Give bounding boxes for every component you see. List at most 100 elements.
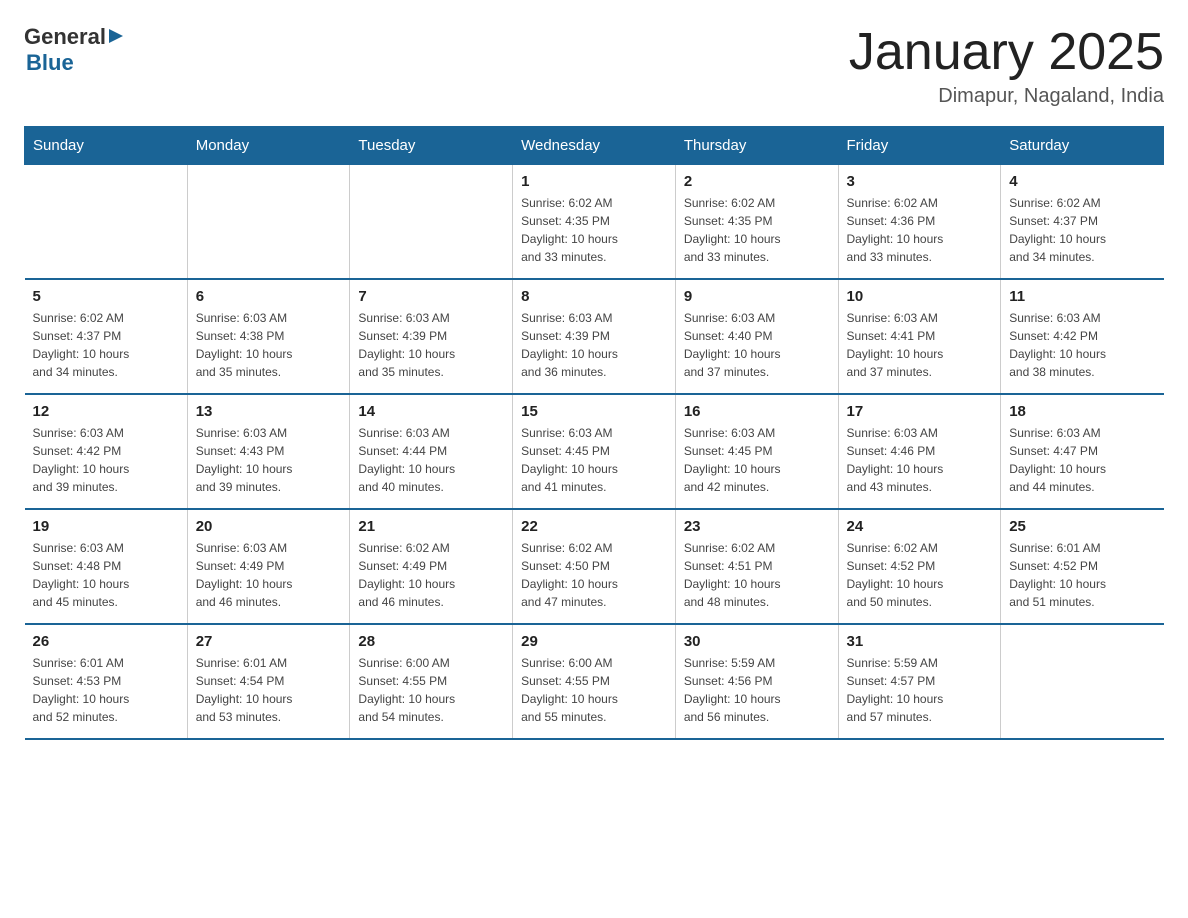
day-number: 29 (521, 633, 667, 650)
day-info: Sunrise: 6:03 AM Sunset: 4:39 PM Dayligh… (358, 309, 504, 381)
calendar-cell: 28 Sunrise: 6:00 AM Sunset: 4:55 PM Dayli… (350, 624, 513, 739)
day-number: 16 (684, 403, 830, 420)
col-header-wednesday: Wednesday (513, 127, 676, 165)
day-number: 10 (847, 288, 993, 305)
day-number: 18 (1009, 403, 1155, 420)
calendar-cell: 5 Sunrise: 6:02 AM Sunset: 4:37 PM Daylig… (25, 279, 188, 394)
calendar-week-2: 5 Sunrise: 6:02 AM Sunset: 4:37 PM Daylig… (25, 279, 1164, 394)
col-header-thursday: Thursday (675, 127, 838, 165)
calendar-cell: 4 Sunrise: 6:02 AM Sunset: 4:37 PM Daylig… (1001, 165, 1164, 280)
calendar-cell: 23 Sunrise: 6:02 AM Sunset: 4:51 PM Dayli… (675, 509, 838, 624)
page-title: January 2025 (849, 24, 1164, 81)
day-number: 26 (33, 633, 179, 650)
calendar-cell: 25 Sunrise: 6:01 AM Sunset: 4:52 PM Dayli… (1001, 509, 1164, 624)
day-number: 2 (684, 173, 830, 190)
calendar-cell: 30Sunrise: 5:59 AM Sunset: 4:56 PM Dayli… (675, 624, 838, 739)
day-info: Sunrise: 6:02 AM Sunset: 4:51 PM Dayligh… (684, 539, 830, 611)
col-header-sunday: Sunday (25, 127, 188, 165)
day-number: 27 (196, 633, 342, 650)
day-number: 19 (33, 518, 179, 535)
calendar-week-4: 19 Sunrise: 6:03 AM Sunset: 4:48 PM Dayli… (25, 509, 1164, 624)
day-info: Sunrise: 6:02 AM Sunset: 4:52 PM Dayligh… (847, 539, 993, 611)
day-info: Sunrise: 6:00 AM Sunset: 4:55 PM Dayligh… (521, 654, 667, 726)
day-info: Sunrise: 6:02 AM Sunset: 4:50 PM Dayligh… (521, 539, 667, 611)
header: General Blue January 2025 Dimapur, Nagal… (24, 24, 1164, 108)
day-number: 25 (1009, 518, 1155, 535)
calendar-cell: 9 Sunrise: 6:03 AM Sunset: 4:40 PM Daylig… (675, 279, 838, 394)
calendar-cell: 19 Sunrise: 6:03 AM Sunset: 4:48 PM Dayli… (25, 509, 188, 624)
calendar-table: SundayMondayTuesdayWednesdayThursdayFrid… (24, 126, 1164, 740)
day-info: Sunrise: 6:03 AM Sunset: 4:46 PM Dayligh… (847, 424, 993, 496)
day-number: 20 (196, 518, 342, 535)
day-number: 3 (847, 173, 993, 190)
day-info: Sunrise: 6:03 AM Sunset: 4:39 PM Dayligh… (521, 309, 667, 381)
calendar-cell: 22 Sunrise: 6:02 AM Sunset: 4:50 PM Dayli… (513, 509, 676, 624)
calendar-cell (187, 165, 350, 280)
day-info: Sunrise: 5:59 AM Sunset: 4:57 PM Dayligh… (847, 654, 993, 726)
title-area: January 2025 Dimapur, Nagaland, India (849, 24, 1164, 108)
day-info: Sunrise: 6:01 AM Sunset: 4:54 PM Dayligh… (196, 654, 342, 726)
calendar-cell: 2 Sunrise: 6:02 AM Sunset: 4:35 PM Daylig… (675, 165, 838, 280)
day-number: 22 (521, 518, 667, 535)
day-number: 17 (847, 403, 993, 420)
day-info: Sunrise: 6:02 AM Sunset: 4:37 PM Dayligh… (1009, 194, 1155, 266)
day-info: Sunrise: 6:03 AM Sunset: 4:40 PM Dayligh… (684, 309, 830, 381)
calendar-cell: 16 Sunrise: 6:03 AM Sunset: 4:45 PM Dayli… (675, 394, 838, 509)
day-info: Sunrise: 6:02 AM Sunset: 4:36 PM Dayligh… (847, 194, 993, 266)
day-info: Sunrise: 6:03 AM Sunset: 4:44 PM Dayligh… (358, 424, 504, 496)
day-info: Sunrise: 6:03 AM Sunset: 4:49 PM Dayligh… (196, 539, 342, 611)
day-info: Sunrise: 6:03 AM Sunset: 4:45 PM Dayligh… (521, 424, 667, 496)
calendar-cell: 17 Sunrise: 6:03 AM Sunset: 4:46 PM Dayli… (838, 394, 1001, 509)
day-number: 28 (358, 633, 504, 650)
day-info: Sunrise: 6:03 AM Sunset: 4:42 PM Dayligh… (1009, 309, 1155, 381)
calendar-cell: 12 Sunrise: 6:03 AM Sunset: 4:42 PM Dayli… (25, 394, 188, 509)
day-info: Sunrise: 6:03 AM Sunset: 4:43 PM Dayligh… (196, 424, 342, 496)
day-info: Sunrise: 6:03 AM Sunset: 4:42 PM Dayligh… (33, 424, 179, 496)
logo: General Blue (24, 24, 127, 76)
day-number: 12 (33, 403, 179, 420)
day-number: 4 (1009, 173, 1155, 190)
col-header-friday: Friday (838, 127, 1001, 165)
day-number: 9 (684, 288, 830, 305)
calendar-cell: 8 Sunrise: 6:03 AM Sunset: 4:39 PM Daylig… (513, 279, 676, 394)
day-info: Sunrise: 6:01 AM Sunset: 4:52 PM Dayligh… (1009, 539, 1155, 611)
day-number: 1 (521, 173, 667, 190)
calendar-cell: 27 Sunrise: 6:01 AM Sunset: 4:54 PM Dayli… (187, 624, 350, 739)
day-number: 5 (33, 288, 179, 305)
calendar-cell (25, 165, 188, 280)
col-header-saturday: Saturday (1001, 127, 1164, 165)
day-number: 30 (684, 633, 830, 650)
day-number: 6 (196, 288, 342, 305)
calendar-cell: 14 Sunrise: 6:03 AM Sunset: 4:44 PM Dayli… (350, 394, 513, 509)
day-info: Sunrise: 6:03 AM Sunset: 4:41 PM Dayligh… (847, 309, 993, 381)
day-number: 8 (521, 288, 667, 305)
day-info: Sunrise: 6:02 AM Sunset: 4:49 PM Dayligh… (358, 539, 504, 611)
calendar-cell: 24Sunrise: 6:02 AM Sunset: 4:52 PM Dayli… (838, 509, 1001, 624)
day-info: Sunrise: 6:03 AM Sunset: 4:48 PM Dayligh… (33, 539, 179, 611)
day-info: Sunrise: 6:03 AM Sunset: 4:47 PM Dayligh… (1009, 424, 1155, 496)
calendar-cell (350, 165, 513, 280)
day-number: 21 (358, 518, 504, 535)
day-info: Sunrise: 6:02 AM Sunset: 4:35 PM Dayligh… (684, 194, 830, 266)
day-info: Sunrise: 6:03 AM Sunset: 4:38 PM Dayligh… (196, 309, 342, 381)
calendar-cell: 7 Sunrise: 6:03 AM Sunset: 4:39 PM Daylig… (350, 279, 513, 394)
day-info: Sunrise: 6:00 AM Sunset: 4:55 PM Dayligh… (358, 654, 504, 726)
col-header-monday: Monday (187, 127, 350, 165)
calendar-cell: 15 Sunrise: 6:03 AM Sunset: 4:45 PM Dayli… (513, 394, 676, 509)
calendar-cell: 6 Sunrise: 6:03 AM Sunset: 4:38 PM Daylig… (187, 279, 350, 394)
day-number: 15 (521, 403, 667, 420)
day-number: 14 (358, 403, 504, 420)
col-header-tuesday: Tuesday (350, 127, 513, 165)
day-number: 31 (847, 633, 993, 650)
calendar-cell: 11 Sunrise: 6:03 AM Sunset: 4:42 PM Dayli… (1001, 279, 1164, 394)
day-number: 11 (1009, 288, 1155, 305)
calendar-cell: 26Sunrise: 6:01 AM Sunset: 4:53 PM Dayli… (25, 624, 188, 739)
calendar-week-1: 1 Sunrise: 6:02 AM Sunset: 4:35 PM Daylig… (25, 165, 1164, 280)
logo-blue-text: Blue (26, 50, 127, 76)
calendar-cell (1001, 624, 1164, 739)
calendar-cell: 20 Sunrise: 6:03 AM Sunset: 4:49 PM Dayli… (187, 509, 350, 624)
day-info: Sunrise: 6:03 AM Sunset: 4:45 PM Dayligh… (684, 424, 830, 496)
day-number: 23 (684, 518, 830, 535)
day-number: 7 (358, 288, 504, 305)
day-info: Sunrise: 6:02 AM Sunset: 4:37 PM Dayligh… (33, 309, 179, 381)
